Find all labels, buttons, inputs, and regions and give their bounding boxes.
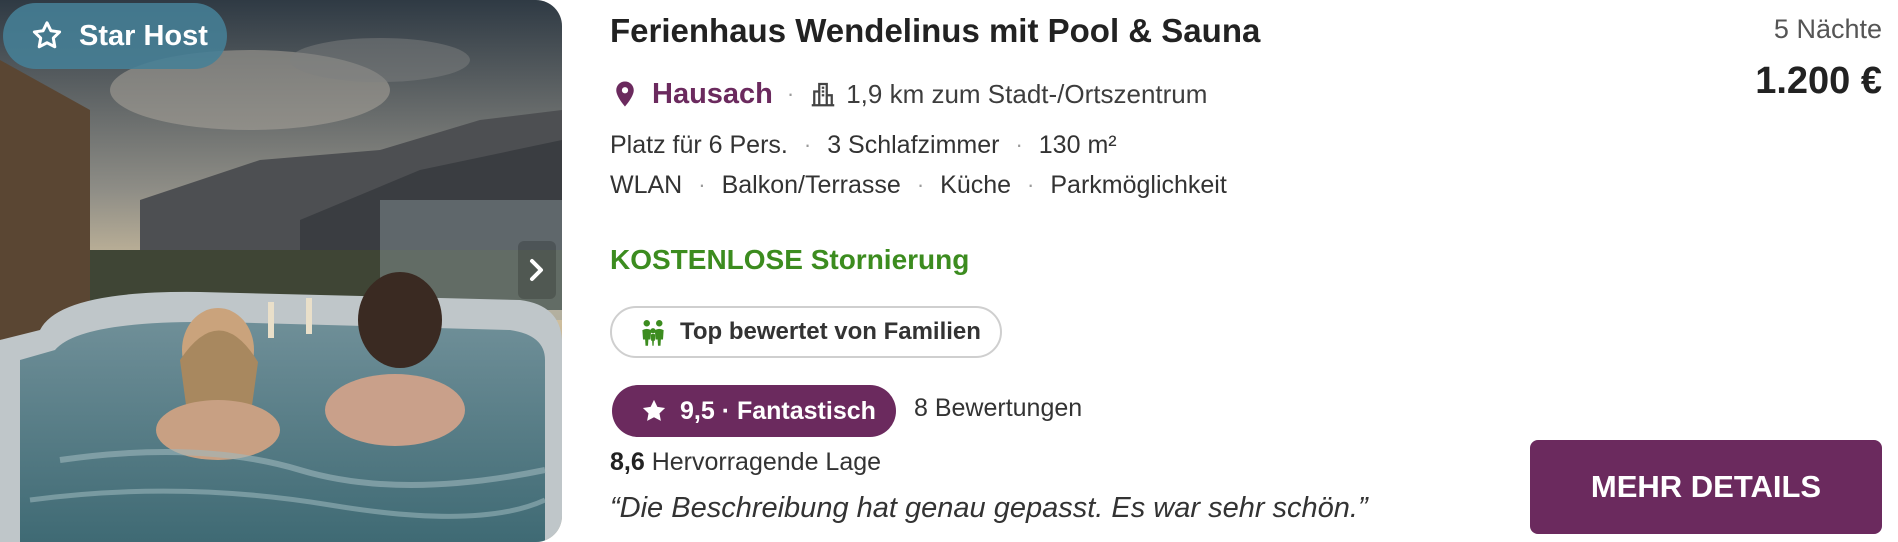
amenity-balcony: Balkon/Terrasse [721, 170, 901, 199]
capacity-row: Platz für 6 Pers. · 3 Schlafzimmer · 130… [610, 127, 1117, 163]
separator: · [803, 132, 812, 157]
nights-count: 5 Nächte [1773, 14, 1882, 44]
location-name[interactable]: Hausach [652, 78, 773, 111]
buildings-icon [811, 82, 835, 107]
location-score-value: 8,6 [610, 448, 645, 476]
capacity-bedrooms: 3 Schlafzimmer [827, 130, 1000, 159]
location-score-label: Hervorragende Lage [651, 448, 882, 476]
amenity-parking: Parkmöglichkeit [1050, 170, 1227, 199]
chevron-right-icon [530, 259, 543, 281]
star-outline-icon [32, 21, 62, 49]
separator: · [1027, 172, 1035, 197]
amenities-row: WLAN · Balkon/Terrasse · Küche · Parkmög… [610, 167, 1227, 203]
more-details-button[interactable]: MEHR DETAILS [1530, 440, 1882, 534]
amenity-wlan: WLAN [610, 170, 683, 199]
capacity-area: 130 m² [1038, 130, 1117, 159]
amenity-kitchen: Küche [940, 170, 1012, 199]
separator: · [698, 172, 706, 197]
location-score: 8,6 Hervorragende Lage [610, 448, 881, 477]
listing-photo[interactable]: Star Host [0, 0, 562, 542]
rating-pill: 9,5 · Fantastisch [612, 385, 896, 437]
family-rated-badge: Top bewertet von Familien [610, 306, 1002, 358]
star-host-label: Star Host [79, 19, 208, 52]
separator: · [1015, 132, 1023, 157]
next-photo-button[interactable] [518, 241, 556, 299]
review-quote: “Die Beschreibung hat genau gepasst. Es … [610, 492, 1368, 524]
free-cancellation-label: KOSTENLOSE Stornierung [610, 244, 970, 275]
rating-score-label: 9,5 · Fantastisch [680, 396, 876, 425]
star-host-badge: Star Host [3, 3, 227, 69]
map-pin-icon [616, 81, 634, 107]
separator: · [916, 172, 925, 197]
family-icon [642, 320, 664, 346]
separator: · [786, 81, 795, 106]
star-icon [642, 399, 666, 421]
hot-tub-photo [0, 0, 562, 542]
listing-title[interactable]: Ferienhaus Wendelinus mit Pool & Sauna [610, 12, 1260, 50]
distance-to-center: 1,9 km zum Stadt-/Ortszentrum [846, 78, 1208, 109]
capacity-guests: Platz für 6 Pers. [610, 130, 788, 159]
total-price: 1.200 € [1755, 60, 1882, 102]
location-row: Hausach · 1,9 km zum Stadt-/Ortszentrum [610, 74, 1207, 114]
listing-card: Star Host Ferienhaus Wendelinus mit Pool… [0, 0, 1898, 542]
review-count[interactable]: 8 Bewertungen [914, 394, 1082, 423]
family-badge-label: Top bewertet von Familien [680, 318, 981, 345]
